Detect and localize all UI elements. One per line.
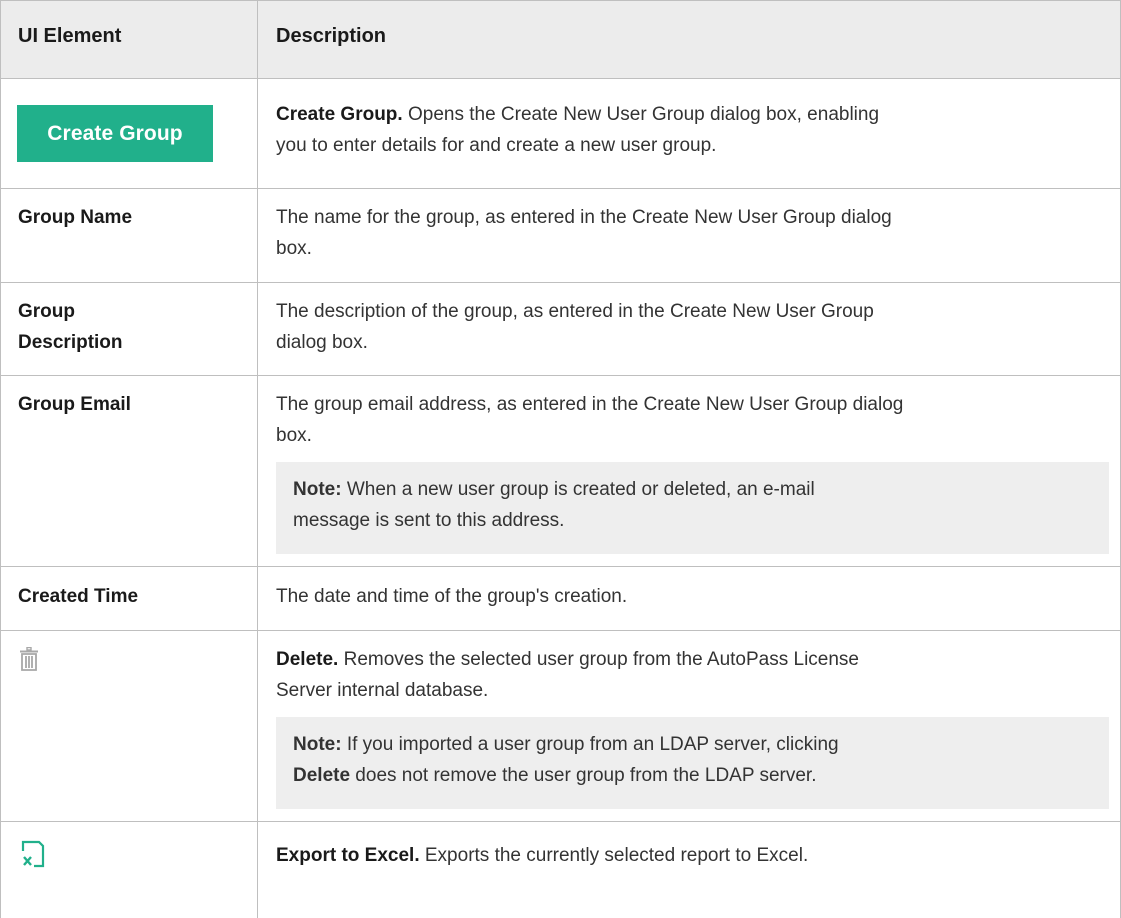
export-text: Exports the currently selected report to… xyxy=(419,845,809,866)
group-description-label: Group Description xyxy=(18,296,123,358)
row-divider xyxy=(0,188,1121,189)
create-group-text: Opens the Create New User Group dialog b… xyxy=(402,104,880,125)
excel-export-icon[interactable] xyxy=(21,840,45,868)
note-label: Note: xyxy=(293,479,342,500)
group-email-text-2: box. xyxy=(276,425,312,446)
header-description: Description xyxy=(276,25,387,47)
group-description-description: The description of the group, as entered… xyxy=(276,296,1106,358)
create-group-description: Create Group. Opens the Create New User … xyxy=(276,99,1106,161)
group-name-description: The name for the group, as entered in th… xyxy=(276,202,1106,264)
group-email-label: Group Email xyxy=(18,394,131,415)
group-name-text-2: box. xyxy=(276,238,312,259)
row-divider xyxy=(0,282,1121,283)
ui-element-table: UI Element Description Create Group Crea… xyxy=(0,0,1121,918)
row-divider xyxy=(0,566,1121,567)
group-name-label: Group Name xyxy=(18,207,133,228)
row-divider xyxy=(0,0,1121,1)
group-description-label-2: Description xyxy=(18,332,123,353)
row-divider xyxy=(0,78,1121,79)
row-divider xyxy=(0,821,1121,822)
table-header xyxy=(0,0,1121,78)
create-group-text-2: you to enter details for and create a ne… xyxy=(276,135,717,156)
group-description-text-2: dialog box. xyxy=(276,332,368,353)
delete-text: Removes the selected user group from the… xyxy=(338,649,859,670)
row-divider xyxy=(0,375,1121,376)
delete-text-2: Server internal database. xyxy=(276,680,489,701)
column-divider xyxy=(257,0,258,918)
delete-title: Delete. xyxy=(276,649,339,670)
group-email-description: The group email address, as entered in t… xyxy=(276,389,1109,451)
group-description-text: The description of the group, as entered… xyxy=(276,301,874,322)
note-delete-bold: Delete xyxy=(293,765,351,786)
group-description-label-1: Group xyxy=(18,301,75,322)
note-text: When a new user group is created or dele… xyxy=(341,479,815,500)
table-border-left xyxy=(0,0,1,918)
trash-icon[interactable] xyxy=(19,646,39,671)
export-description: Export to Excel. Exports the currently s… xyxy=(276,840,1109,871)
note-label: Note: xyxy=(293,734,342,755)
header-ui-element: UI Element xyxy=(18,25,122,47)
delete-description: Delete. Removes the selected user group … xyxy=(276,644,1109,706)
note-text-2: message is sent to this address. xyxy=(293,510,565,531)
export-title: Export to Excel. xyxy=(276,845,420,866)
note-text-2: does not remove the user group from the … xyxy=(350,765,817,786)
row-divider xyxy=(0,630,1121,631)
created-time-label: Created Time xyxy=(18,586,139,607)
delete-note: Note: If you imported a user group from … xyxy=(276,717,1109,809)
created-time-description: The date and time of the group's creatio… xyxy=(276,586,628,607)
group-name-text: The name for the group, as entered in th… xyxy=(276,207,892,228)
note-text: If you imported a user group from an LDA… xyxy=(341,734,839,755)
create-group-title: Create Group. xyxy=(276,104,403,125)
create-group-button[interactable]: Create Group xyxy=(17,105,213,162)
group-email-note: Note: When a new user group is created o… xyxy=(276,462,1109,554)
group-email-text: The group email address, as entered in t… xyxy=(276,394,904,415)
